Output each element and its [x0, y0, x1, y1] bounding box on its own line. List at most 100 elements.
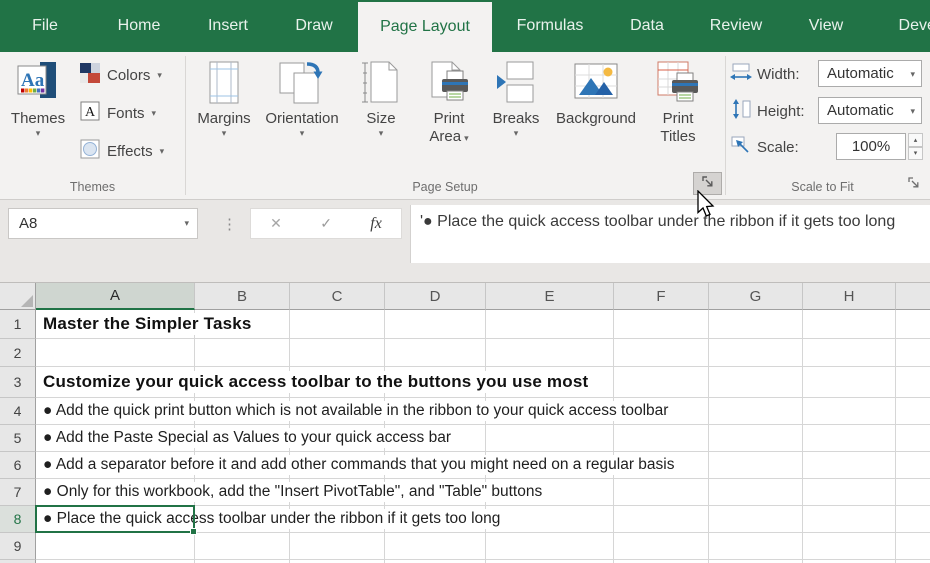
row-header-9[interactable]: 9 — [0, 533, 36, 560]
height-value: Automatic — [827, 102, 894, 119]
effects-icon — [80, 139, 100, 163]
scale-icon — [730, 135, 752, 159]
column-header-partial[interactable] — [896, 283, 930, 310]
row-7-cells[interactable]: ● Only for this workbook, add the "Inser… — [36, 479, 930, 506]
spinner-up-button[interactable]: ▴ — [908, 133, 923, 147]
height-dropdown[interactable]: Automatic ▾ — [818, 97, 922, 124]
margins-button[interactable]: Margins ▾ — [196, 56, 252, 178]
column-header-f[interactable]: F — [614, 283, 709, 310]
row-2-cells[interactable] — [36, 339, 930, 367]
orientation-icon — [278, 56, 326, 110]
background-icon — [573, 56, 619, 110]
row-header-1[interactable]: 1 — [0, 310, 36, 339]
cell-a3-text: Customize your quick access toolbar to t… — [41, 371, 591, 393]
tab-developer[interactable]: Developer — [880, 0, 930, 52]
cell-a4-text: ● Add the quick print button which is no… — [41, 401, 671, 421]
colors-icon — [80, 63, 100, 87]
name-box[interactable]: A8 ▾ — [8, 208, 198, 239]
row-6-cells[interactable]: ● Add a separator before it and add othe… — [36, 452, 930, 479]
row-header-2[interactable]: 2 — [0, 339, 36, 367]
chevron-down-icon[interactable]: ▾ — [184, 218, 197, 229]
column-header-e[interactable]: E — [486, 283, 614, 310]
tab-view[interactable]: View — [798, 0, 854, 52]
row-header-8[interactable]: 8 — [0, 506, 36, 533]
background-button[interactable]: Background — [548, 56, 644, 178]
name-box-value: A8 — [19, 215, 38, 232]
tab-file[interactable]: File — [20, 0, 70, 52]
row-header-5[interactable]: 5 — [0, 425, 36, 452]
column-header-a[interactable]: A — [36, 283, 195, 310]
effects-button-label: Effects — [107, 142, 153, 160]
themes-icon: Aa — [16, 56, 60, 110]
row-4: 4 ● Add the quick print button which is … — [0, 398, 930, 425]
column-header-h[interactable]: H — [803, 283, 896, 310]
breaks-button[interactable]: Breaks ▾ — [488, 56, 544, 178]
select-all-corner[interactable] — [0, 283, 36, 310]
scale-height-row: Height: — [730, 97, 805, 125]
enter-button[interactable]: ✓ — [320, 215, 332, 232]
tab-review[interactable]: Review — [704, 0, 768, 52]
page-setup-dialog-launcher[interactable] — [693, 172, 722, 195]
tab-page-layout[interactable]: Page Layout — [358, 2, 492, 52]
tab-data[interactable]: Data — [620, 0, 674, 52]
selected-cell-a8[interactable] — [35, 505, 197, 535]
print-titles-button-label-2: Titles — [660, 128, 696, 145]
row-header-7[interactable]: 7 — [0, 479, 36, 506]
column-header-d[interactable]: D — [385, 283, 486, 310]
ribbon: Aa Themes ▾ Colors ▾ A Fonts ▾ Effects ▾… — [0, 52, 930, 200]
column-header-g[interactable]: G — [709, 283, 803, 310]
tab-draw[interactable]: Draw — [281, 0, 347, 52]
print-area-button-label-2: Area ▾ — [429, 128, 469, 145]
width-value: Automatic — [827, 65, 894, 82]
colors-button[interactable]: Colors ▾ — [80, 60, 162, 90]
scale-row: Scale: — [730, 133, 799, 161]
print-titles-icon — [656, 56, 700, 110]
tab-formulas[interactable]: Formulas — [510, 0, 590, 52]
chevron-down-icon: ▾ — [159, 146, 165, 156]
cell-a6-text: ● Add a separator before it and add othe… — [41, 455, 677, 475]
dialog-launcher-icon — [907, 176, 920, 194]
formula-bar-area: A8 ▾ ⋮ ✕ ✓ fx '● Place the quick access … — [0, 200, 930, 283]
effects-button[interactable]: Effects ▾ — [80, 136, 164, 166]
background-button-label: Background — [555, 110, 637, 127]
row-header-6[interactable]: 6 — [0, 452, 36, 479]
width-label: Width: — [757, 65, 800, 83]
row-header-4[interactable]: 4 — [0, 398, 36, 425]
width-icon — [730, 62, 752, 86]
breaks-button-label: Breaks — [492, 110, 540, 127]
width-dropdown[interactable]: Automatic ▾ — [818, 60, 922, 87]
cancel-button[interactable]: ✕ — [270, 215, 282, 232]
formula-input[interactable]: '● Place the quick access toolbar under … — [410, 205, 930, 263]
cell-a5-text: ● Add the Paste Special as Values to you… — [41, 428, 453, 448]
column-header-row: A B C D E F G H — [0, 283, 930, 310]
fill-handle[interactable] — [190, 528, 197, 535]
insert-function-button[interactable]: fx — [370, 215, 382, 233]
scale-input[interactable]: 100% — [836, 133, 906, 160]
row-6: 6 ● Add a separator before it and add ot… — [0, 452, 930, 479]
row-7: 7 ● Only for this workbook, add the "Ins… — [0, 479, 930, 506]
print-area-button[interactable]: Print Area ▾ — [418, 56, 480, 178]
margins-icon — [206, 56, 242, 110]
scale-to-fit-dialog-launcher[interactable] — [903, 176, 923, 194]
row-5-cells[interactable]: ● Add the Paste Special as Values to you… — [36, 425, 930, 452]
row-header-3[interactable]: 3 — [0, 367, 36, 398]
tab-home[interactable]: Home — [103, 0, 175, 52]
print-titles-button[interactable]: Print Titles — [648, 56, 708, 178]
row-3-cells[interactable]: Customize your quick access toolbar to t… — [36, 367, 930, 398]
row-3: 3 Customize your quick access toolbar to… — [0, 367, 930, 398]
size-button[interactable]: Size ▾ — [352, 56, 410, 178]
tab-insert[interactable]: Insert — [191, 0, 265, 52]
row-4-cells[interactable]: ● Add the quick print button which is no… — [36, 398, 930, 425]
scale-width-row: Width: — [730, 60, 800, 88]
fonts-button[interactable]: A Fonts ▾ — [80, 98, 156, 128]
spinner-down-button[interactable]: ▾ — [908, 146, 923, 160]
row-1-cells[interactable]: Master the Simpler Tasks — [36, 310, 930, 339]
column-header-c[interactable]: C — [290, 283, 385, 310]
chevron-down-icon: ▾ — [378, 128, 384, 138]
orientation-button[interactable]: Orientation ▾ — [256, 56, 348, 178]
size-button-label: Size — [366, 110, 396, 127]
column-header-b[interactable]: B — [195, 283, 290, 310]
chevron-down-icon: ▾ — [157, 70, 162, 80]
row-9-cells[interactable] — [36, 533, 930, 560]
themes-button[interactable]: Aa Themes ▾ — [6, 56, 70, 178]
